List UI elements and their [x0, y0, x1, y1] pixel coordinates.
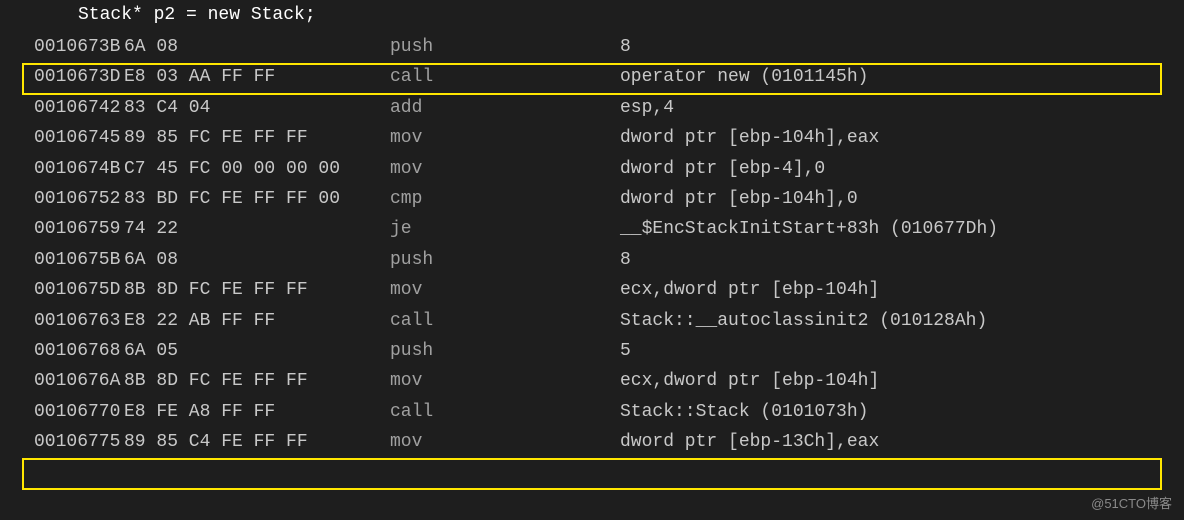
mnemonic: call [390, 306, 620, 336]
bytes: 6A 08 [124, 245, 390, 275]
operands: 8 [620, 245, 1184, 275]
mnemonic: je [390, 214, 620, 244]
disassembly-rows: 0010673B6A 08push80010673DE8 03 AA FF FF… [0, 30, 1184, 457]
address: 00106742 [0, 93, 124, 123]
address: 0010675D [0, 275, 124, 305]
asm-row[interactable]: 0010674283 C4 04addesp,4 [0, 93, 1184, 123]
operands: __$EncStackInitStart+83h (010677Dh) [620, 214, 1184, 244]
mnemonic: mov [390, 427, 620, 457]
operands: 5 [620, 336, 1184, 366]
operands: Stack::__autoclassinit2 (010128Ah) [620, 306, 1184, 336]
address: 00106770 [0, 397, 124, 427]
mnemonic: push [390, 245, 620, 275]
asm-row[interactable]: 001067686A 05push5 [0, 336, 1184, 366]
mnemonic: push [390, 32, 620, 62]
asm-row[interactable]: 0010673B6A 08push8 [0, 32, 1184, 62]
operands: ecx,dword ptr [ebp-104h] [620, 366, 1184, 396]
address: 00106775 [0, 427, 124, 457]
asm-row[interactable]: 0010676A8B 8D FC FE FF FFmovecx,dword pt… [0, 366, 1184, 396]
address: 0010673D [0, 62, 124, 92]
mnemonic: mov [390, 275, 620, 305]
address: 00106752 [0, 184, 124, 214]
operands: dword ptr [ebp-13Ch],eax [620, 427, 1184, 457]
address: 0010676A [0, 366, 124, 396]
bytes: 83 C4 04 [124, 93, 390, 123]
asm-row[interactable]: 00106770E8 FE A8 FF FFcallStack::Stack (… [0, 397, 1184, 427]
mnemonic: push [390, 336, 620, 366]
operands: dword ptr [ebp-104h],0 [620, 184, 1184, 214]
address: 0010675B [0, 245, 124, 275]
operands: 8 [620, 32, 1184, 62]
bytes: E8 03 AA FF FF [124, 62, 390, 92]
mnemonic: call [390, 62, 620, 92]
source-line: Stack* p2 = new Stack; [0, 0, 1184, 30]
address: 00106745 [0, 123, 124, 153]
asm-row[interactable]: 00106763E8 22 AB FF FFcallStack::__autoc… [0, 306, 1184, 336]
highlight-box [22, 458, 1162, 490]
mnemonic: add [390, 93, 620, 123]
operands: operator new (0101145h) [620, 62, 1184, 92]
operands: dword ptr [ebp-104h],eax [620, 123, 1184, 153]
asm-row[interactable]: 0010675D8B 8D FC FE FF FFmovecx,dword pt… [0, 275, 1184, 305]
mnemonic: call [390, 397, 620, 427]
bytes: 8B 8D FC FE FF FF [124, 366, 390, 396]
address: 00106763 [0, 306, 124, 336]
mnemonic: mov [390, 366, 620, 396]
watermark: @51CTO博客 [1091, 493, 1172, 512]
mnemonic: mov [390, 154, 620, 184]
bytes: 89 85 FC FE FF FF [124, 123, 390, 153]
address: 0010674B [0, 154, 124, 184]
mnemonic: mov [390, 123, 620, 153]
asm-row[interactable]: 0010674589 85 FC FE FF FFmovdword ptr [e… [0, 123, 1184, 153]
address: 00106768 [0, 336, 124, 366]
bytes: E8 FE A8 FF FF [124, 397, 390, 427]
mnemonic: cmp [390, 184, 620, 214]
asm-row[interactable]: 0010677589 85 C4 FE FF FFmovdword ptr [e… [0, 427, 1184, 457]
asm-row[interactable]: 0010675974 22je__$EncStackInitStart+83h … [0, 214, 1184, 244]
bytes: C7 45 FC 00 00 00 00 [124, 154, 390, 184]
address: 0010673B [0, 32, 124, 62]
asm-row[interactable]: 0010675283 BD FC FE FF FF 00cmpdword ptr… [0, 184, 1184, 214]
asm-row[interactable]: 0010674BC7 45 FC 00 00 00 00movdword ptr… [0, 154, 1184, 184]
operands: dword ptr [ebp-4],0 [620, 154, 1184, 184]
asm-row[interactable]: 0010673DE8 03 AA FF FFcalloperator new (… [0, 62, 1184, 92]
address: 00106759 [0, 214, 124, 244]
operands: Stack::Stack (0101073h) [620, 397, 1184, 427]
bytes: 83 BD FC FE FF FF 00 [124, 184, 390, 214]
bytes: 6A 08 [124, 32, 390, 62]
bytes: 74 22 [124, 214, 390, 244]
bytes: E8 22 AB FF FF [124, 306, 390, 336]
bytes: 89 85 C4 FE FF FF [124, 427, 390, 457]
asm-row[interactable]: 0010675B6A 08push8 [0, 245, 1184, 275]
bytes: 8B 8D FC FE FF FF [124, 275, 390, 305]
operands: esp,4 [620, 93, 1184, 123]
operands: ecx,dword ptr [ebp-104h] [620, 275, 1184, 305]
bytes: 6A 05 [124, 336, 390, 366]
